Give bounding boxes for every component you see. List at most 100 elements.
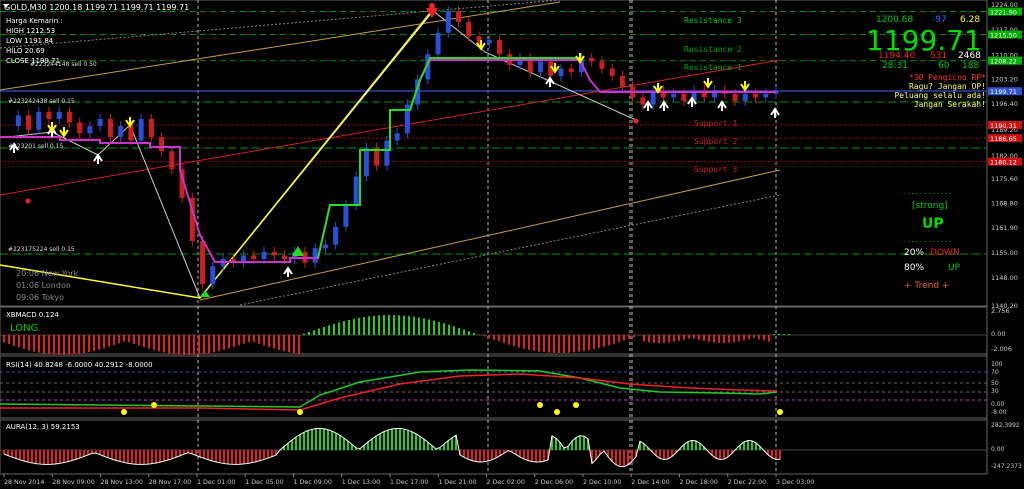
candle-body-55 — [568, 68, 574, 73]
price-tag-2: 1208.22 — [990, 58, 1017, 66]
red-dot-left — [25, 198, 31, 204]
time-tick-12: 2 Dec 10:00 — [583, 479, 621, 486]
buy-arrow-4 — [545, 76, 555, 87]
candle-body-13 — [138, 118, 144, 141]
candle-body-12 — [128, 126, 134, 141]
price-tick-10: 1155.00 — [991, 249, 1018, 257]
price-tag-4: 1190.31 — [990, 122, 1017, 130]
green-triangle-low — [200, 290, 210, 297]
candle-body-10 — [107, 118, 113, 137]
candle-body-33 — [343, 205, 349, 227]
candle-body-39 — [404, 104, 410, 134]
rsi-tick-1: 70 — [991, 369, 999, 376]
channel-upper — [0, 1, 561, 91]
price-tag-5: 1186.65 — [990, 135, 1017, 143]
macd-tick-2: -2.006 — [991, 345, 1012, 353]
main-panel-frame — [0, 0, 988, 307]
sell-arrow-7 — [703, 78, 713, 89]
candle-body-1 — [15, 115, 21, 127]
time-tick-5: 1 Dec 05:00 — [245, 479, 283, 486]
time-tick-16: 3 Dec 03:00 — [776, 479, 814, 486]
buy-arrow-9 — [770, 107, 780, 118]
candle-body-42 — [435, 32, 441, 55]
trading-chart-window[interactable]: 1224.00 1217.00 1210.00 1203.20 1196.40 1189.… — [0, 0, 1024, 489]
aura-panel-frame — [0, 419, 988, 475]
stop-line-green — [317, 57, 580, 259]
candle-body-25 — [261, 251, 267, 260]
candle-body-60 — [619, 75, 625, 87]
rsi-tick-5: -8.00 — [991, 409, 1007, 416]
candle-body-9 — [97, 118, 103, 127]
buy-arrow-3 — [283, 266, 293, 277]
time-tick-0: 28 Nov 2014 — [4, 479, 44, 486]
candle-body-7 — [77, 122, 83, 134]
rsi-signal-dot-1 — [151, 402, 157, 408]
time-tick-7: 1 Dec 13:00 — [342, 479, 380, 486]
candle-body-74 — [763, 93, 769, 98]
chart-menu-icon — [3, 4, 9, 8]
time-tick-4: 1 Dec 01:00 — [197, 479, 235, 486]
candle-body-57 — [589, 57, 595, 62]
candle-body-45 — [466, 21, 472, 37]
buy-arrow-0 — [9, 142, 19, 153]
time-tick-15: 2 Dec 22:00 — [728, 479, 766, 486]
candle-body-44 — [456, 11, 462, 22]
price-tick-3: 1203.20 — [991, 76, 1018, 84]
time-tick-13: 2 Dec 14:00 — [631, 479, 669, 486]
sell-arrow-1 — [59, 127, 69, 138]
price-tick-4: 1196.40 — [991, 100, 1018, 108]
aura-tick-1: 0.00 — [991, 446, 1005, 453]
time-tick-6: 1 Dec 09:00 — [294, 479, 332, 486]
candle-body-27 — [281, 255, 287, 260]
candle-body-47 — [486, 39, 492, 44]
candle-body-38 — [394, 133, 400, 141]
price-tick-8: 1168.80 — [991, 199, 1018, 207]
price-tag-1: 1215.50 — [990, 32, 1017, 40]
macd-tick-0: 2.756 — [991, 307, 1010, 315]
candle-body-8 — [87, 126, 93, 134]
rsi-tick-2: 50 — [991, 380, 999, 387]
candle-body-5 — [56, 111, 62, 119]
candle-body-20 — [210, 266, 216, 285]
price-tick-9: 1161.90 — [991, 224, 1018, 232]
rsi-signal-dot-2 — [297, 409, 303, 415]
candle-body-2 — [25, 115, 31, 130]
time-tick-3: 28 Nov 17:00 — [149, 479, 191, 486]
candle-body-73 — [753, 93, 759, 98]
candle-body-43 — [445, 11, 451, 33]
candle-body-48 — [497, 39, 503, 55]
rsi-signal-dot-5 — [573, 402, 579, 408]
time-tick-8: 1 Dec 17:00 — [390, 479, 428, 486]
rsi-tick-4: 0.00 — [991, 401, 1005, 408]
price-tag-6: 1180.12 — [990, 159, 1017, 167]
candle-body-72 — [742, 93, 748, 101]
candle-body-26 — [271, 251, 277, 256]
buy-arrow-6 — [659, 100, 669, 111]
candle-body-4 — [46, 111, 52, 119]
time-tick-11: 2 Dec 06:00 — [535, 479, 573, 486]
rsi-signal-dot-0 — [121, 409, 127, 415]
rsi-tick-3: 30 — [991, 388, 999, 395]
candle-body-6 — [66, 111, 72, 123]
buy-arrow-8 — [717, 100, 727, 111]
time-tick-1: 28 Nov 09:00 — [52, 479, 94, 486]
candle-body-15 — [159, 136, 165, 152]
time-tick-2: 28 Nov 13:00 — [101, 479, 143, 486]
candle-body-54 — [558, 68, 564, 76]
buy-arrow-2 — [93, 153, 103, 164]
time-tick-9: 1 Dec 21:00 — [438, 479, 476, 486]
candle-body-16 — [169, 151, 175, 170]
time-tick-10: 2 Dec 02:00 — [487, 479, 525, 486]
chart-canvas[interactable]: 1224.001217.001210.001203.201196.401189.… — [0, 0, 1024, 489]
rsi-tick-0: 100 — [991, 361, 1003, 368]
candle-body-62 — [640, 97, 646, 105]
candle-body-19 — [200, 241, 206, 285]
candle-body-59 — [609, 68, 615, 76]
candle-body-35 — [363, 147, 369, 177]
candle-body-24 — [251, 255, 257, 260]
candle-body-34 — [353, 176, 359, 206]
sell-arrow-8 — [740, 81, 750, 92]
green-triangle-mid — [292, 246, 304, 256]
candle-body-3 — [36, 111, 42, 130]
channel-upper-dotted — [0, 0, 561, 49]
